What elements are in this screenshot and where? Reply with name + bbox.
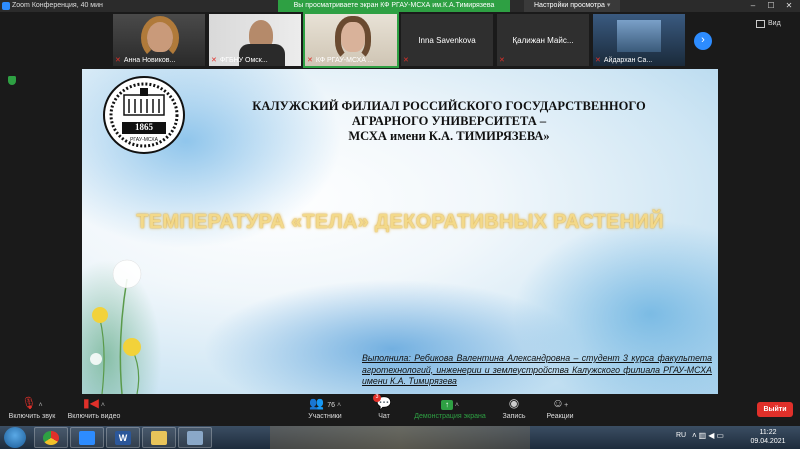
- background-video-strip: [270, 426, 530, 449]
- window-icon: [187, 431, 203, 445]
- window-title: Zoom Конференция, 40 мин: [12, 2, 103, 9]
- author-credit: Выполнила: Ребикова Валентина Александро…: [362, 353, 712, 386]
- org-line-3: МСХА имени К.А. ТИМИРЯЗЕВА»: [348, 129, 550, 143]
- participant-tile[interactable]: ✕ Айдархан Са...: [593, 14, 685, 66]
- logo-year: 1865: [135, 122, 153, 132]
- participant-strip: ✕ Анна Новиков... ✕ ФГБНУ Омск... ✕ КФ РГАУ…: [0, 12, 800, 68]
- participants-icon: 👥 76 ˄: [308, 396, 342, 410]
- logo-caption: РГАУ-МСХА: [130, 137, 158, 143]
- record-button[interactable]: ◉ Запись: [494, 396, 534, 420]
- organization-name: КАЛУЖСКИЙ ФИЛИАЛ РОССИЙСКОГО ГОСУДАРСТВЕ…: [214, 99, 684, 144]
- shared-screen-slide: 1865 РГАУ-МСХА КАЛУЖСКИЙ ФИЛИАЛ РОССИЙСК…: [82, 69, 718, 394]
- participant-tile-active[interactable]: ✕ КФ РГАУ-МСХА ...: [303, 12, 399, 68]
- participant-name: Анна Новиков...: [123, 57, 176, 64]
- system-clock[interactable]: 11:22 09.04.2021: [748, 428, 788, 446]
- network-icon: ▥: [698, 431, 709, 440]
- system-tray-icons[interactable]: ˄▥◀▭: [692, 431, 726, 440]
- meeting-toolbar: 🎙 ˄ Включить звук ▮◀ ˄ Включить видео 👥 …: [0, 394, 800, 426]
- share-screen-label: Демонстрация экрана: [414, 413, 486, 420]
- mic-muted-icon: ✕: [499, 57, 505, 64]
- windows-start-button[interactable]: [4, 427, 26, 448]
- clock-time: 11:22: [759, 429, 777, 436]
- reactions-label: Реакции: [546, 413, 574, 420]
- unmute-label: Включить звук: [8, 413, 56, 420]
- taskbar-explorer[interactable]: [142, 427, 176, 448]
- chevron-up-icon: ˄: [36, 402, 43, 409]
- record-icon: ◉: [508, 396, 520, 410]
- chevron-down-icon: ▾: [606, 2, 611, 9]
- org-line-1: КАЛУЖСКИЙ ФИЛИАЛ РОССИЙСКОГО ГОСУДАРСТВЕ…: [252, 99, 646, 113]
- participant-tile[interactable]: Inna Savenkova ✕: [401, 14, 493, 66]
- word-icon: W: [115, 431, 131, 445]
- mic-muted-icon: ✕: [403, 57, 409, 64]
- close-window-button[interactable]: ✕: [780, 0, 798, 12]
- chrome-icon: [43, 431, 59, 445]
- participant-name-large: Inna Savenkova: [418, 36, 476, 45]
- gallery-view-icon[interactable]: [756, 20, 765, 28]
- start-video-label: Включить видео: [67, 413, 121, 420]
- participant-video-hair: [141, 16, 179, 60]
- zoom-icon: [79, 431, 95, 445]
- chat-button[interactable]: 💬 3 Чат: [366, 394, 402, 420]
- chat-label: Чат: [378, 413, 390, 420]
- taskbar-zoom[interactable]: [70, 427, 104, 448]
- participants-count: 76: [327, 402, 336, 409]
- participant-name: Айдархан Са...: [603, 57, 653, 64]
- zoom-app-icon: [2, 2, 10, 10]
- chevron-right-icon: ›: [701, 34, 705, 46]
- participant-tile[interactable]: ✕ ФГБНУ Омск...: [209, 14, 301, 66]
- participants-button[interactable]: 👥 76 ˄ Участники: [300, 396, 350, 420]
- leave-meeting-button[interactable]: Выйти: [757, 402, 793, 417]
- record-label: Запись: [502, 413, 526, 420]
- view-button-label[interactable]: Вид: [768, 20, 781, 27]
- chevron-up-icon: ˄: [692, 431, 699, 440]
- view-options-label: Настройки просмотра: [534, 2, 605, 9]
- maximize-button[interactable]: ☐: [762, 0, 780, 12]
- participant-name: КФ РГАУ-МСХА ...: [315, 57, 374, 64]
- participant-name-large: Қалижан Майс...: [512, 36, 574, 45]
- reactions-icon: ☺+: [551, 396, 569, 410]
- taskbar-chrome[interactable]: [34, 427, 68, 448]
- chat-unread-badge: 3: [373, 394, 381, 402]
- participant-name: ФГБНУ Омск...: [219, 57, 268, 64]
- video-off-icon: ▮◀ ˄: [83, 396, 105, 410]
- next-page-button[interactable]: ›: [694, 32, 712, 50]
- mic-muted-icon: 🎙 ˄: [21, 396, 43, 410]
- participant-video: [617, 20, 661, 52]
- view-options-button[interactable]: Настройки просмотра ▾: [524, 0, 620, 12]
- chat-icon: 💬 3: [366, 394, 402, 410]
- shield-icon[interactable]: [8, 76, 16, 85]
- mic-muted-icon: ✕: [595, 57, 601, 64]
- org-line-2: АГРАРНОГО УНИВЕРСИТЕТА –: [351, 114, 547, 128]
- folder-icon: [151, 431, 167, 445]
- chevron-up-icon: ˄: [452, 402, 460, 409]
- participants-label: Участники: [308, 413, 342, 420]
- minimize-button[interactable]: –: [744, 0, 762, 12]
- chevron-up-icon: ˄: [98, 402, 105, 409]
- chevron-up-icon: ˄: [335, 402, 342, 409]
- university-logo: [103, 76, 185, 154]
- dandelion-illustration: [90, 259, 142, 394]
- reactions-button[interactable]: ☺+ Реакции: [540, 396, 580, 420]
- mic-muted-icon: ✕: [307, 57, 313, 64]
- slide-title: ТЕМПЕРАТУРА «ТЕЛА» ДЕКОРАТИВНЫХ РАСТЕНИЙ: [136, 211, 664, 233]
- participant-tile[interactable]: Қалижан Майс... ✕: [497, 14, 589, 66]
- share-screen-button[interactable]: ↑ ˄ Демонстрация экрана: [410, 396, 490, 420]
- taskbar-word[interactable]: W: [106, 427, 140, 448]
- unmute-button[interactable]: 🎙 ˄ Включить звук: [6, 396, 58, 420]
- mic-muted-icon: ✕: [211, 57, 217, 64]
- taskbar-window[interactable]: [178, 427, 212, 448]
- clock-date: 09.04.2021: [750, 438, 786, 445]
- battery-icon: ▭: [716, 431, 726, 440]
- share-screen-icon: ↑ ˄: [410, 396, 490, 410]
- participant-tile[interactable]: ✕ Анна Новиков...: [113, 14, 205, 66]
- language-indicator[interactable]: RU: [676, 432, 686, 439]
- screen-share-banner: Вы просматриваете экран КФ РГАУ-МСХА им.…: [278, 0, 510, 12]
- mic-muted-icon: ✕: [115, 57, 121, 64]
- start-video-button[interactable]: ▮◀ ˄ Включить видео: [62, 396, 126, 420]
